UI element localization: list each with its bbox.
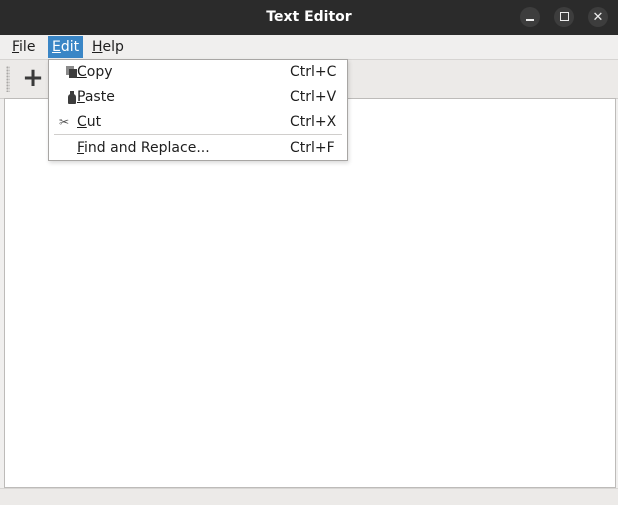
- menu-item-copy[interactable]: Copy Ctrl+C: [49, 60, 347, 84]
- menu-help-accel: H: [92, 39, 103, 55]
- paste-icon: [56, 89, 76, 105]
- close-icon: ✕: [592, 10, 604, 25]
- maximize-icon: [559, 12, 569, 21]
- status-bar: [0, 488, 618, 505]
- menu-item-find-replace[interactable]: Find and Replace... Ctrl+F: [49, 136, 347, 160]
- menu-edit-accel: E: [52, 39, 61, 55]
- menu-file-label: ile: [19, 39, 36, 55]
- menu-item-cut[interactable]: ✂ Cut Ctrl+X: [49, 110, 347, 134]
- menu-file-accel: F: [12, 39, 20, 55]
- close-button[interactable]: ✕: [588, 7, 608, 27]
- edit-menu-dropdown: Copy Ctrl+C Paste Ctrl+V ✂ Cut Ctrl+X Fi…: [48, 59, 348, 161]
- menu-item-find-replace-label: Find and Replace...: [77, 140, 210, 156]
- menu-item-copy-label: Copy: [77, 64, 113, 80]
- menu-file[interactable]: File: [8, 36, 39, 58]
- menu-separator: [54, 134, 342, 135]
- menu-item-paste-label: Paste: [77, 89, 115, 105]
- copy-icon: [56, 64, 77, 80]
- plus-icon: +: [22, 63, 44, 93]
- maximize-button[interactable]: [554, 7, 574, 27]
- menu-bar: File Edit Help: [0, 35, 618, 59]
- new-document-button[interactable]: +: [20, 63, 46, 93]
- minimize-button[interactable]: [520, 7, 540, 27]
- menu-item-cut-shortcut: Ctrl+X: [290, 114, 337, 130]
- scissors-icon: ✂: [58, 115, 70, 129]
- title-bar: Text Editor ✕: [0, 0, 618, 35]
- toolbar-grip-handle[interactable]: [6, 66, 10, 92]
- menu-help-label: elp: [102, 39, 124, 55]
- menu-edit[interactable]: Edit: [48, 36, 84, 58]
- menu-item-find-replace-shortcut: Ctrl+F: [290, 140, 335, 156]
- menu-item-paste[interactable]: Paste Ctrl+V: [49, 85, 347, 109]
- minimize-icon: [526, 19, 534, 21]
- menu-item-paste-shortcut: Ctrl+V: [290, 89, 337, 105]
- menu-item-copy-shortcut: Ctrl+C: [290, 64, 337, 80]
- menu-help[interactable]: Help: [88, 36, 128, 58]
- menu-edit-label: dit: [60, 39, 80, 55]
- menu-item-cut-label: Cut: [77, 114, 102, 130]
